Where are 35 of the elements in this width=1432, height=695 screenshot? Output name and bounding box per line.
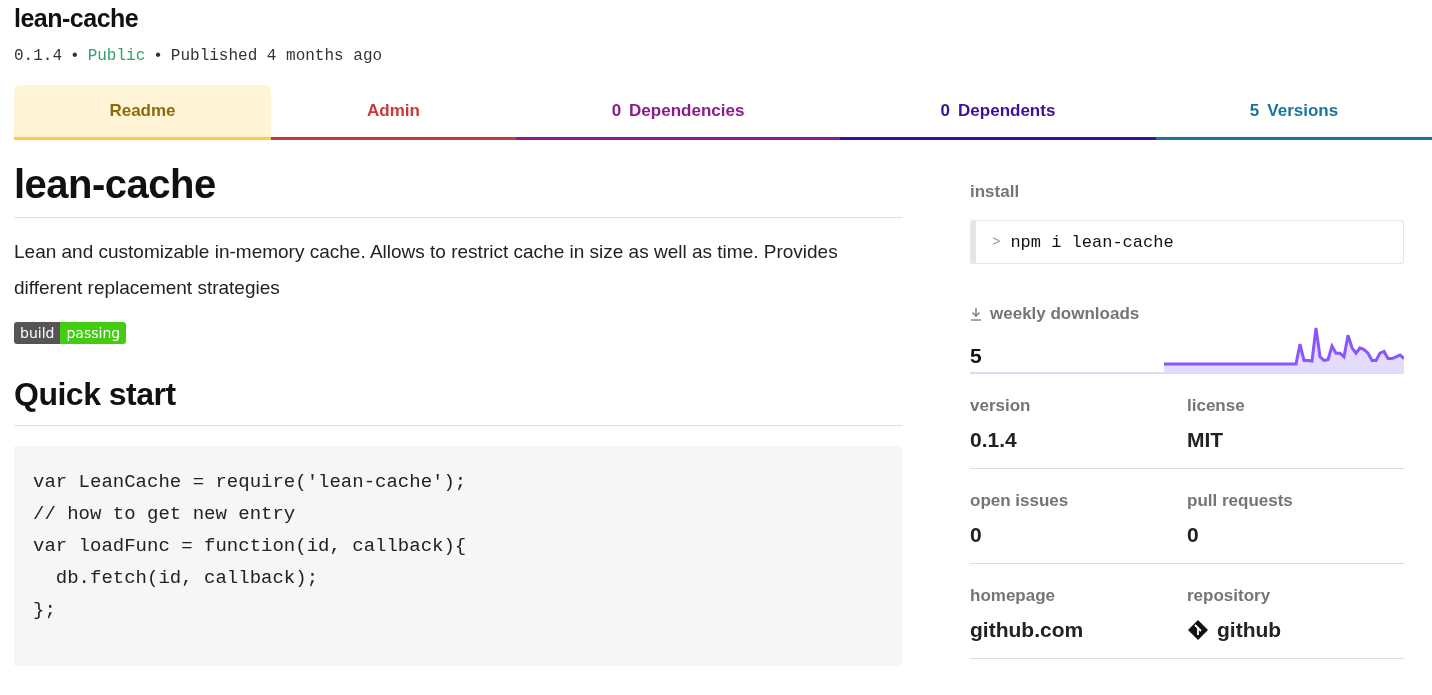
stat-label: license — [1187, 396, 1246, 416]
stat-label: version — [970, 396, 1032, 416]
stat-label: pull requests — [1187, 491, 1294, 511]
package-version: 0.1.4 — [14, 47, 62, 65]
stat-value: 0 — [1187, 523, 1199, 547]
tab[interactable]: 5 Versions — [1156, 85, 1432, 140]
stat-label: open issues — [970, 491, 1070, 511]
package-title: lean-cache — [14, 3, 140, 33]
git-icon — [1187, 619, 1209, 641]
stat-label: homepage — [970, 586, 1057, 606]
download-icon — [970, 307, 982, 321]
install-command-box[interactable]: > npm i lean-cache — [970, 220, 1404, 264]
badge-status: passing — [60, 322, 127, 344]
downloads-label: weekly downloads — [990, 304, 1140, 324]
code-block: var LeanCache = require('lean-cache'); // how to get new entry var loadFunc = function(id, callback){ db.fetch(id, callback); }; — [14, 446, 902, 666]
badge-label: build — [14, 322, 61, 344]
tab[interactable]: 0 Dependencies — [516, 85, 840, 140]
tab[interactable]: 0 Dependents — [840, 85, 1156, 140]
published-date: Published 4 months ago — [170, 47, 383, 65]
separator-dot: • — [70, 47, 80, 65]
stat-value: 0.1.4 — [970, 428, 1017, 452]
description: Lean and customizable in-memory cache. Allows to restrict cache in size as well as time. Provides different replacement strategies — [14, 240, 839, 300]
install-label: install — [970, 182, 1021, 202]
tab[interactable]: Readme — [14, 85, 271, 140]
stat-value: 0 — [970, 523, 982, 547]
section-heading: Quick start — [14, 376, 902, 426]
readme-title: lean-cache — [14, 162, 902, 218]
separator-dot: • — [153, 47, 163, 65]
tab[interactable]: Admin — [271, 85, 516, 140]
visibility-label: Public — [87, 47, 146, 65]
stat-value: MIT — [1187, 428, 1224, 452]
stat-link[interactable]: github — [1217, 618, 1282, 642]
stat-label: repository — [1187, 586, 1272, 606]
downloads-count: 5 — [970, 344, 982, 369]
stat-link[interactable]: github.com — [970, 618, 1084, 642]
